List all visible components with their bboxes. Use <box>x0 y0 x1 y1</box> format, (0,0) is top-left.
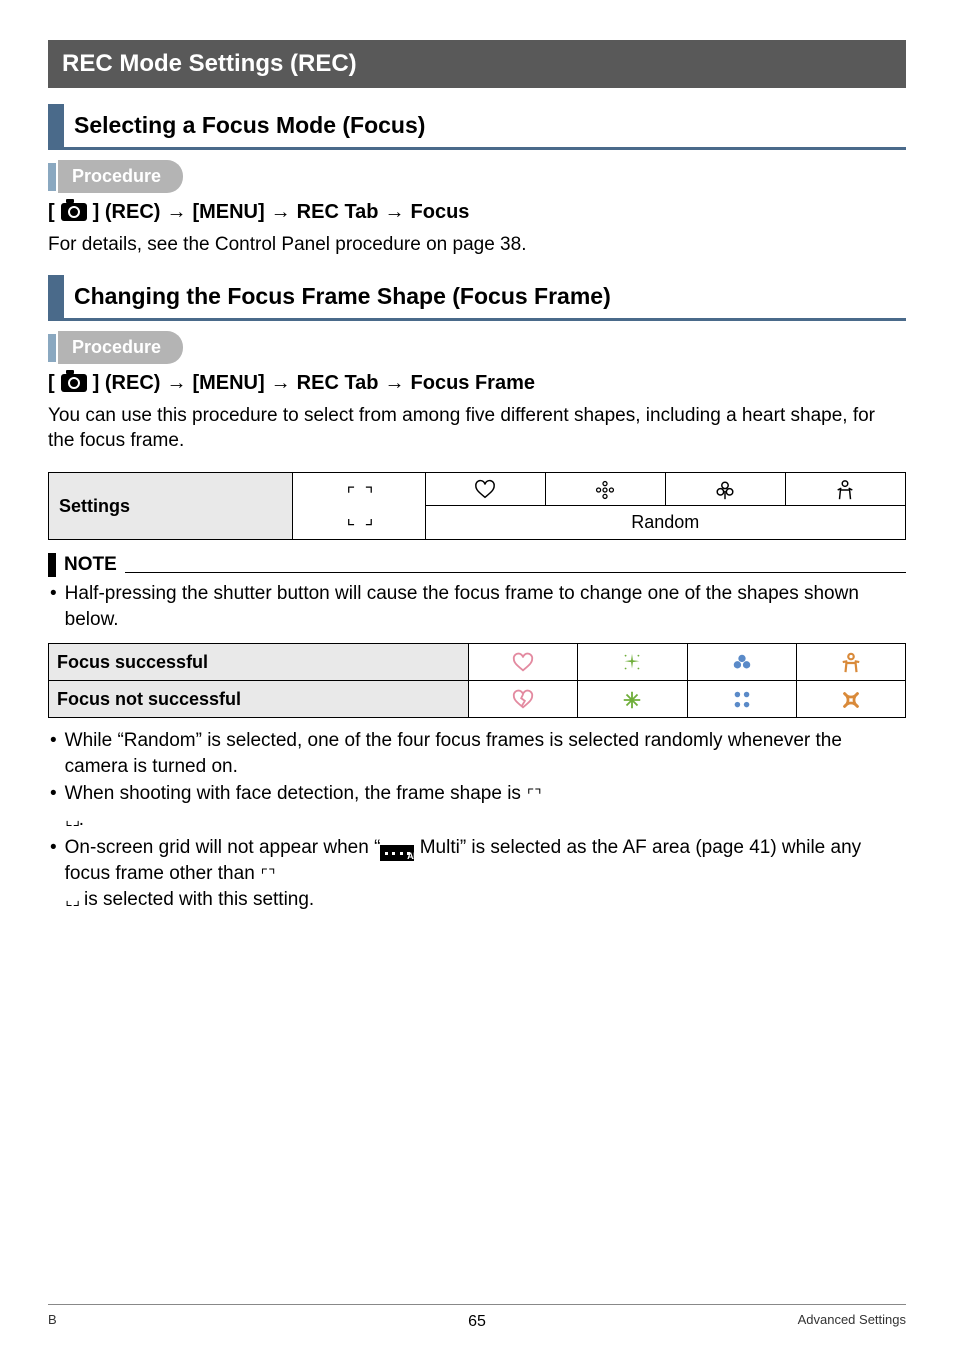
menu-path-focus-frame: [ ] (REC) → [MENU] → REC Tab → Focus Fra… <box>48 370 906 397</box>
focus-brackets-icon: ⌜ ⌝⌞ ⌟ <box>346 483 373 529</box>
arrow-icon: → <box>385 370 405 397</box>
settings-clover-cell <box>665 473 785 506</box>
settings-table: Settings ⌜ ⌝⌞ ⌟ Random <box>48 472 906 540</box>
person-success-cell <box>796 643 905 680</box>
heart-success-cell <box>469 643 578 680</box>
menu-path-focus: [ ] (REC) → [MENU] → REC Tab → Focus <box>48 199 906 226</box>
section1-body: For details, see the Control Panel proce… <box>48 232 906 258</box>
final-bullets: While “Random” is selected, one of the f… <box>48 728 906 912</box>
procedure-label-row: Procedure <box>48 331 906 363</box>
heading-accent <box>48 104 64 147</box>
heart-outline-icon <box>474 479 496 501</box>
settings-flower-cell <box>545 473 665 506</box>
clover-scatter-icon <box>731 689 753 711</box>
note-rule <box>125 572 906 573</box>
settings-person-cell <box>785 473 905 506</box>
person-outline-icon <box>834 479 856 501</box>
arrow-icon: → <box>385 199 405 226</box>
settings-label-cell: Settings <box>49 473 293 540</box>
section-heading-focus-mode: Selecting a Focus Mode (Focus) <box>48 104 906 150</box>
bracket-open: [ <box>48 370 55 397</box>
bullet-text-post: . <box>79 809 84 830</box>
heart-broken-icon <box>512 689 534 711</box>
person-x-icon <box>840 689 862 711</box>
multi-af-icon: AF <box>380 845 414 861</box>
procedure-tick <box>48 334 56 362</box>
heart-icon <box>512 652 534 674</box>
flower-fail-cell <box>578 680 687 717</box>
focus-not-successful-label: Focus not successful <box>49 680 469 717</box>
path-rectab: REC Tab <box>297 199 379 226</box>
section-heading-focus-frame: Changing the Focus Frame Shape (Focus Fr… <box>48 275 906 321</box>
table-row: Focus successful <box>49 643 906 680</box>
path-rectab: REC Tab <box>297 370 379 397</box>
clover-icon <box>731 652 753 674</box>
table-row: Focus not successful <box>49 680 906 717</box>
note-item-text: Half-pressing the shutter button will ca… <box>65 581 906 632</box>
procedure-pill: Procedure <box>58 331 183 363</box>
footer-page-number: 65 <box>48 1311 906 1333</box>
arrow-icon: → <box>166 370 186 397</box>
path-focus: Focus <box>411 199 470 226</box>
bullet-text-post: is selected with this setting. <box>79 889 315 910</box>
bullet-text: On-screen grid will not appear when “ <box>65 837 381 858</box>
note-list: Half-pressing the shutter button will ca… <box>48 581 906 632</box>
procedure-pill: Procedure <box>58 160 183 192</box>
camera-icon <box>61 374 87 392</box>
flower-success-cell <box>578 643 687 680</box>
section2-body: You can use this procedure to select fro… <box>48 403 906 454</box>
procedure-tick <box>48 163 56 191</box>
flower-small-icon <box>621 689 643 711</box>
flower-outline-icon <box>594 479 616 501</box>
focus-result-table: Focus successful Focus not successful <box>48 643 906 719</box>
person-fail-cell <box>796 680 905 717</box>
path-menu: [MENU] <box>192 199 264 226</box>
bullet-random: While “Random” is selected, one of the f… <box>48 728 906 779</box>
note-item: Half-pressing the shutter button will ca… <box>48 581 906 632</box>
arrow-icon: → <box>166 199 186 226</box>
path-menu: [MENU] <box>192 370 264 397</box>
bullet-grid-multi: On-screen grid will not appear when “AF … <box>48 835 906 913</box>
arrow-icon: → <box>271 370 291 397</box>
page-footer: B 65 Advanced Settings <box>48 1304 906 1329</box>
heading-text: Selecting a Focus Mode (Focus) <box>74 104 425 147</box>
focus-successful-label: Focus successful <box>49 643 469 680</box>
procedure-label-row: Procedure <box>48 160 906 192</box>
clover-outline-icon <box>714 479 736 501</box>
bullet-face-detection: When shooting with face detection, the f… <box>48 781 906 832</box>
path-rec: ] (REC) <box>93 370 161 397</box>
settings-bracket-cell: ⌜ ⌝⌞ ⌟ <box>293 473 425 540</box>
bullet-text: When shooting with face detection, the f… <box>65 783 527 804</box>
path-focusframe: Focus Frame <box>411 370 535 397</box>
camera-icon <box>61 203 87 221</box>
clover-success-cell <box>687 643 796 680</box>
person-icon <box>840 652 862 674</box>
note-header: NOTE <box>48 552 906 578</box>
bracket-open: [ <box>48 199 55 226</box>
path-rec: ] (REC) <box>93 199 161 226</box>
note-label: NOTE <box>64 552 117 578</box>
heading-text: Changing the Focus Frame Shape (Focus Fr… <box>74 275 611 318</box>
settings-heart-cell <box>425 473 545 506</box>
bullet-text: While “Random” is selected, one of the f… <box>65 728 906 779</box>
settings-random-cell: Random <box>425 506 905 539</box>
clover-fail-cell <box>687 680 796 717</box>
note-tick <box>48 553 56 577</box>
heading-accent <box>48 275 64 318</box>
flower-sparkle-icon <box>621 652 643 674</box>
page-title: REC Mode Settings (REC) <box>48 40 906 88</box>
arrow-icon: → <box>271 199 291 226</box>
heart-fail-cell <box>469 680 578 717</box>
